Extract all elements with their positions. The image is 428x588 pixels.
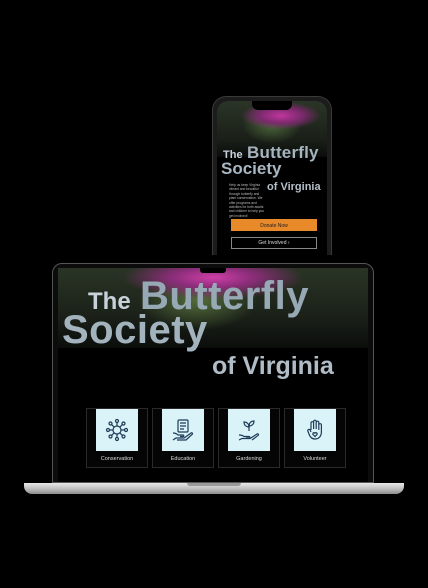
- card-education[interactable]: Education: [152, 408, 214, 468]
- laptop-screen: The Butterfly Society of Virginia Conser…: [58, 268, 368, 482]
- laptop-mockup: The Butterfly Society of Virginia Conser…: [52, 263, 374, 483]
- donate-button[interactable]: Donate Now: [231, 219, 317, 231]
- card-label: Conservation: [100, 456, 134, 462]
- phone-intro-text: Help us keep Virginia vibrant and beauti…: [229, 183, 265, 218]
- card-label: Volunteer: [303, 456, 327, 462]
- phone-screen: The Butterfly Society of Virginia Help u…: [217, 101, 327, 255]
- card-conservation[interactable]: Conservation: [86, 408, 148, 468]
- card-gardening[interactable]: Gardening: [218, 408, 280, 468]
- card-label: Education: [170, 456, 196, 462]
- seedling-hand-icon: [228, 409, 270, 451]
- network-icon: [96, 409, 138, 451]
- title-of-virginia: of Virginia: [212, 352, 334, 380]
- card-label: Gardening: [236, 456, 262, 462]
- raised-hand-heart-icon: [294, 409, 336, 451]
- phone-notch: [252, 101, 292, 110]
- book-hand-icon: [162, 409, 204, 451]
- phone-mockup: The Butterfly Society of Virginia Help u…: [212, 96, 332, 255]
- laptop-base-notch: [187, 483, 241, 486]
- laptop-base: [24, 483, 404, 494]
- get-involved-button[interactable]: Get Involved ›: [231, 237, 317, 249]
- phone-title-society: Society: [221, 159, 282, 178]
- card-volunteer[interactable]: Volunteer: [284, 408, 346, 468]
- phone-title-of-virginia: of Virginia: [267, 181, 321, 193]
- category-cards: Conservation Education Gardening Volunte…: [86, 408, 346, 468]
- title-society: Society: [62, 308, 208, 352]
- laptop-camera-notch: [200, 268, 226, 273]
